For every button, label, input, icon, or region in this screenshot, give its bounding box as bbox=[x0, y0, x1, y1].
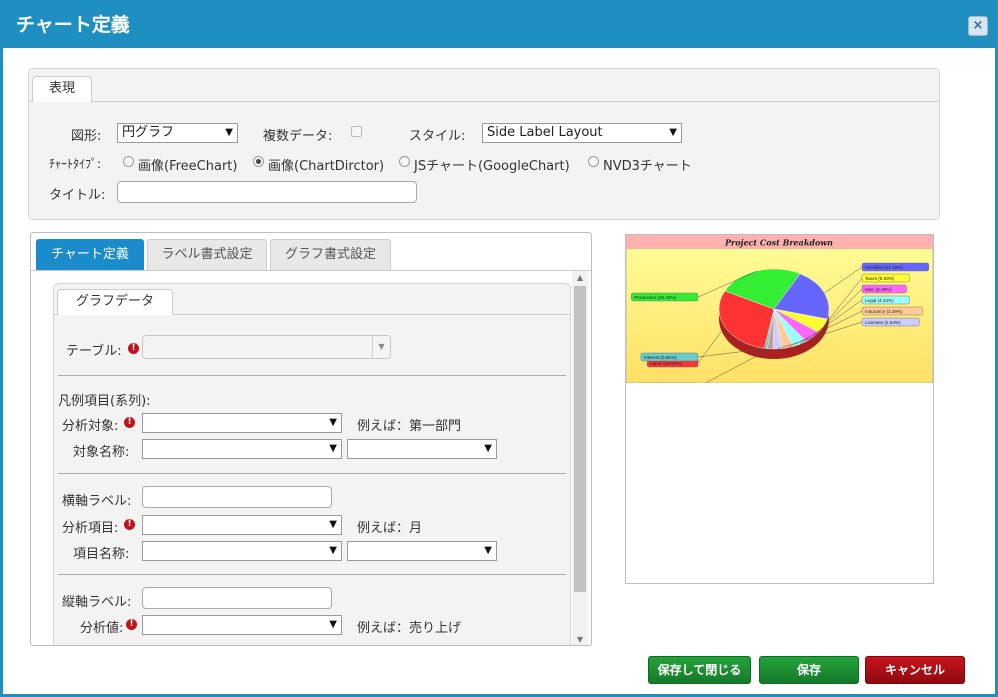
chevron-down-icon: ▼ bbox=[329, 519, 337, 530]
section-divider bbox=[58, 473, 566, 474]
tab-chart-definition[interactable]: チャート定義 bbox=[36, 239, 144, 270]
dialog-title: チャート定義 bbox=[16, 14, 130, 36]
y-axis-input[interactable] bbox=[142, 587, 332, 609]
chart-type-label: ﾁｬｰﾄﾀｲﾌﾟ: bbox=[49, 157, 102, 171]
dialog-content: 表現 図形: 円グラフ ▼ 複数データ: スタイル: Side Label La… bbox=[3, 48, 995, 694]
tab-graph-format[interactable]: グラフ書式設定 bbox=[270, 239, 391, 270]
save-and-close-button[interactable]: 保存して閉じる bbox=[648, 656, 751, 684]
scrollbar-thumb[interactable] bbox=[574, 286, 586, 592]
analysis-item-select[interactable]: ▼ bbox=[142, 515, 342, 535]
chevron-down-icon[interactable]: ▼ bbox=[372, 336, 390, 358]
pie-chart: Project Cost Breakdown Facilities (21.19… bbox=[626, 235, 933, 383]
chevron-down-icon: ▼ bbox=[484, 443, 492, 454]
label-text-misc: Misc (5.08%) bbox=[865, 287, 892, 292]
chart-title: Project Cost Breakdown bbox=[724, 238, 833, 248]
style-select-value: Side Label Layout bbox=[487, 125, 603, 140]
radio-chartdirector[interactable] bbox=[253, 156, 264, 167]
required-icon: ! bbox=[124, 417, 135, 428]
analysis-item-label: 分析項目: bbox=[62, 521, 119, 536]
analysis-target-select[interactable]: ▼ bbox=[142, 413, 342, 433]
section-divider bbox=[58, 574, 566, 575]
analysis-value-label: 分析値: bbox=[80, 621, 124, 636]
required-icon: ! bbox=[128, 343, 139, 354]
radio-googlechart-label: JSチャート(GoogleChart) bbox=[414, 159, 570, 174]
display-tabbar: 表現 bbox=[29, 69, 939, 102]
table-combobox[interactable]: ▼ bbox=[142, 335, 391, 359]
display-panel: 表現 図形: 円グラフ ▼ 複数データ: スタイル: Side Label La… bbox=[28, 68, 940, 220]
chart-preview: Project Cost Breakdown Facilities (21.19… bbox=[625, 234, 934, 584]
tab-display[interactable]: 表現 bbox=[32, 76, 92, 102]
chevron-down-icon: ▼ bbox=[329, 417, 337, 428]
label-text-taxes: Taxes (5.93%) bbox=[865, 276, 895, 281]
close-icon[interactable]: × bbox=[968, 16, 988, 36]
analysis-target-hint: 例えば：第一部門 bbox=[357, 419, 462, 434]
item-name-select-2[interactable]: ▼ bbox=[347, 541, 497, 561]
scroll-down-icon[interactable]: ▼ bbox=[572, 633, 588, 645]
label-text-interest: Interest (0.85%) bbox=[644, 355, 677, 360]
chevron-down-icon: ▼ bbox=[329, 619, 337, 630]
item-name-label: 項目名称: bbox=[73, 547, 130, 562]
cancel-button[interactable]: キャンセル bbox=[865, 656, 965, 684]
title-input[interactable] bbox=[117, 181, 417, 203]
chart-definition-dialog: チャート定義 × 表現 図形: 円グラフ ▼ 複数データ: スタイル: Side… bbox=[0, 0, 998, 697]
graph-data-panel: グラフデータ テーブル: ! ▼ 凡例項目(系列): 分析対象: ! ▼ 例えば… bbox=[53, 283, 571, 645]
radio-freechart-label: 画像(FreeChart) bbox=[138, 159, 238, 174]
style-label: スタイル: bbox=[409, 129, 466, 144]
chart-config-panel: チャート定義 ラベル書式設定 グラフ書式設定 グラフデータ テーブル: ! ▼ … bbox=[30, 232, 592, 646]
chevron-down-icon: ▼ bbox=[669, 127, 677, 138]
shape-select-value: 円グラフ bbox=[122, 125, 175, 140]
target-name-select[interactable]: ▼ bbox=[142, 439, 342, 459]
target-name-select-2[interactable]: ▼ bbox=[347, 439, 497, 459]
x-axis-input[interactable] bbox=[142, 486, 332, 508]
radio-nvd3[interactable] bbox=[588, 156, 599, 167]
radio-chartdirector-label: 画像(ChartDirctor) bbox=[268, 159, 385, 174]
tab-label-format[interactable]: ラベル書式設定 bbox=[147, 239, 267, 270]
radio-nvd3-label: NVD3チャート bbox=[603, 159, 692, 174]
save-button[interactable]: 保存 bbox=[759, 656, 859, 684]
title-label: タイトル: bbox=[49, 188, 106, 203]
required-icon: ! bbox=[126, 619, 137, 630]
legend-section-label: 凡例項目(系列): bbox=[58, 394, 151, 409]
shape-label: 図形: bbox=[71, 129, 102, 144]
target-name-label: 対象名称: bbox=[73, 445, 130, 460]
analysis-target-label: 分析対象: bbox=[62, 419, 119, 434]
label-text-legal: Legal (4.24%) bbox=[865, 298, 894, 303]
section-divider bbox=[58, 375, 566, 376]
dialog-titlebar: チャート定義 × bbox=[0, 0, 998, 48]
required-icon: ! bbox=[124, 519, 135, 530]
analysis-item-hint: 例えば：月 bbox=[357, 521, 423, 536]
multi-data-label: 複数データ: bbox=[263, 129, 333, 144]
label-text-labor: Labor (29.66%) bbox=[650, 361, 682, 366]
graph-data-tabbar: グラフデータ bbox=[54, 284, 570, 315]
analysis-value-select[interactable]: ▼ bbox=[142, 615, 342, 635]
chevron-down-icon: ▼ bbox=[329, 545, 337, 556]
chevron-down-icon: ▼ bbox=[329, 443, 337, 454]
radio-freechart[interactable] bbox=[123, 156, 134, 167]
analysis-value-hint: 例えば：売り上げ bbox=[357, 621, 462, 636]
radio-googlechart[interactable] bbox=[399, 156, 410, 167]
chevron-down-icon: ▼ bbox=[225, 127, 233, 138]
label-text-production: Production (25.42%) bbox=[634, 295, 676, 300]
label-text-insurance: Insurance (3.39%) bbox=[865, 309, 903, 314]
label-text-licenses: Licenses (2.54%) bbox=[865, 320, 901, 325]
item-name-select[interactable]: ▼ bbox=[142, 541, 342, 561]
chevron-down-icon: ▼ bbox=[484, 545, 492, 556]
label-text-facilities: Facilities (21.19%) bbox=[865, 265, 903, 270]
vertical-scrollbar[interactable]: ▲ ▼ bbox=[572, 271, 588, 645]
scroll-up-icon[interactable]: ▲ bbox=[572, 271, 588, 285]
style-select[interactable]: Side Label Layout ▼ bbox=[482, 123, 682, 143]
tab-graph-data[interactable]: グラフデータ bbox=[57, 289, 173, 315]
shape-select[interactable]: 円グラフ ▼ bbox=[117, 123, 238, 143]
tab-divider bbox=[31, 270, 591, 271]
table-label: テーブル: bbox=[66, 344, 122, 359]
x-axis-label: 横軸ラベル: bbox=[62, 494, 132, 509]
multi-data-checkbox[interactable] bbox=[351, 126, 362, 137]
y-axis-label: 縦軸ラベル: bbox=[62, 595, 132, 610]
